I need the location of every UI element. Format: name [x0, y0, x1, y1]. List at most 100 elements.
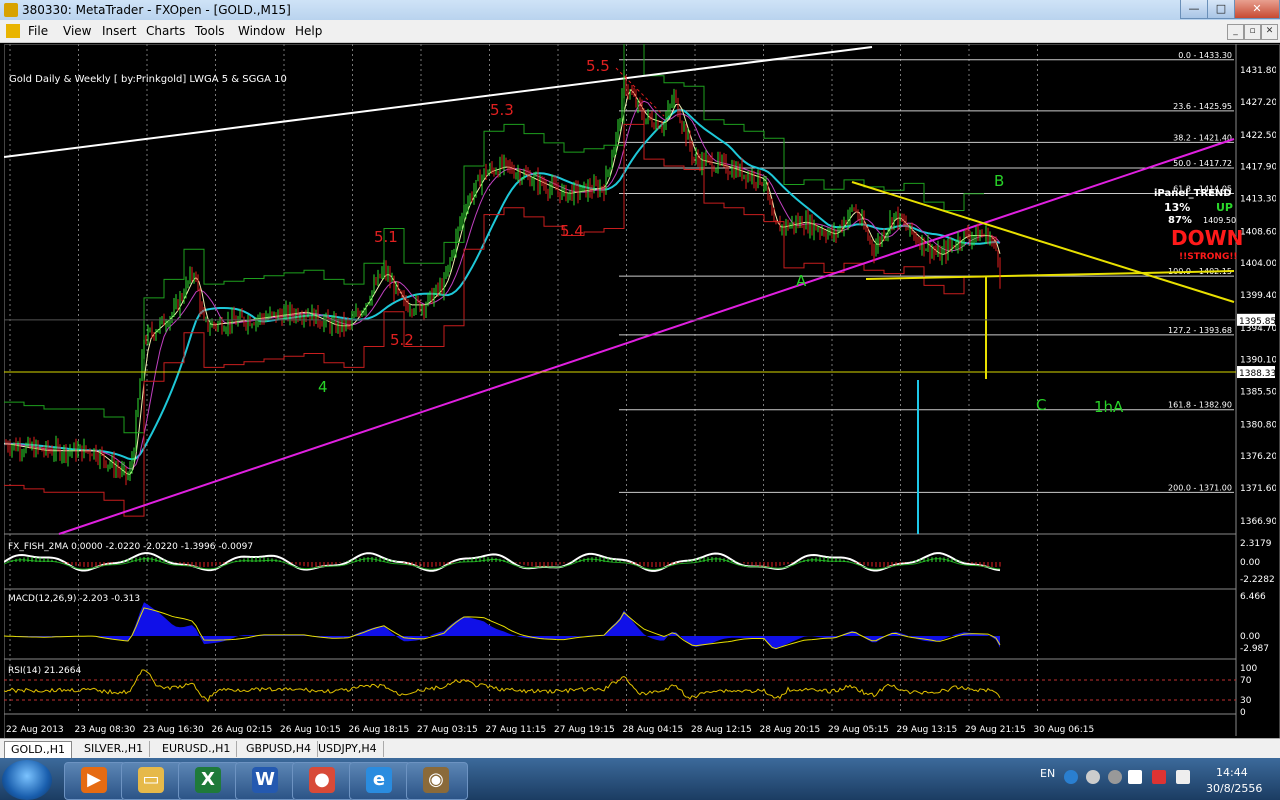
network-icon[interactable] [1152, 770, 1166, 784]
clock-time[interactable]: 14:44 [1216, 766, 1248, 779]
menu-bar: File View Insert Charts Tools Window Hel… [0, 20, 1280, 43]
chevron-up-icon[interactable] [1108, 770, 1122, 784]
indicator-label: Gold Daily & Weekly [ by:Prinkgold] LWGA… [9, 74, 287, 85]
tray-tool-icon[interactable] [1086, 770, 1100, 784]
folder-icon: ▭ [138, 767, 164, 793]
sub-scale-label: 70 [1240, 676, 1252, 686]
tab-usdjpy-h4[interactable]: USDJPY,H4 [312, 741, 384, 757]
price-tick-label: 1413.30 [1240, 195, 1276, 205]
magenta-trend-line [58, 138, 1235, 535]
metatrader-app-icon [4, 3, 18, 17]
price-tick-label: 1390.10 [1240, 356, 1276, 366]
menu-tools[interactable]: Tools [195, 24, 225, 38]
time-tick-label: 30 Aug 06:15 [1034, 725, 1095, 735]
time-tick-label: 29 Aug 05:15 [828, 725, 889, 735]
price-chart[interactable]: 0.0 - 1433.30 23.6 - 1425.95 38.2 - 1421.4… [4, 44, 1276, 736]
current-price-label: 1395.85 [1239, 317, 1276, 327]
price-tick-label: 1366.90 [1240, 517, 1276, 527]
maximize-button[interactable]: □ [1207, 0, 1235, 19]
price-tick-label: 1380.80 [1240, 420, 1276, 430]
menu-file[interactable]: File [28, 24, 48, 38]
chart-minimize-button[interactable]: _ [1227, 24, 1244, 40]
ipanel-trend: iPanel_TREND 13% UP 87% 1409.50 DOWN !!S… [1154, 188, 1243, 262]
wave-label: 5.5 [586, 57, 610, 75]
price-tick-label: 1376.20 [1240, 452, 1276, 462]
tab-gbpusd-h4[interactable]: GBPUSD,H4 [240, 741, 318, 757]
fib-level-label: 38.2 - 1421.40 [1173, 133, 1232, 142]
sub-scale-label: 6.466 [1240, 592, 1266, 602]
price-tick-label: 1399.40 [1240, 291, 1276, 301]
fib-level-label: 50.0 - 1417.72 [1173, 159, 1232, 168]
sub-scale-label: -2.2282 [1240, 575, 1275, 585]
price-tick-label: 1371.60 [1240, 484, 1276, 494]
menu-charts[interactable]: Charts [146, 24, 185, 38]
chrome-icon: ● [309, 767, 335, 793]
wave-label: A [796, 272, 807, 290]
close-button[interactable]: ✕ [1234, 0, 1280, 19]
sub-scale-label: 0 [1240, 708, 1246, 718]
fib-level-label: 127.2 - 1393.68 [1168, 326, 1232, 335]
fib-level-label: 161.8 - 1382.90 [1168, 401, 1232, 410]
ma-yellow-line [4, 89, 1001, 476]
ipanel-up-pct: 13% [1164, 201, 1190, 214]
time-tick-label: 27 Aug 11:15 [486, 725, 547, 735]
chart-close-button[interactable]: ✕ [1261, 24, 1278, 40]
price-tick-label: 1417.90 [1240, 163, 1276, 173]
time-tick-label: 23 Aug 08:30 [75, 725, 136, 735]
menu-window[interactable]: Window [238, 24, 285, 38]
excel-icon: X [195, 767, 221, 793]
time-tick-label: 28 Aug 04:15 [623, 725, 684, 735]
ipanel-up-label: UP [1216, 201, 1233, 214]
menu-view[interactable]: View [63, 24, 91, 38]
tab-gold-h1[interactable]: GOLD.,H1 [4, 741, 73, 758]
help-tray-icon[interactable] [1064, 770, 1078, 784]
menu-insert[interactable]: Insert [102, 24, 136, 38]
tab-silver-h1[interactable]: SILVER.,H1 [78, 741, 151, 757]
price-tick-label: 1404.00 [1240, 259, 1276, 269]
ipanel-price-overlap: 1409.50 [1203, 216, 1236, 225]
volume-icon[interactable] [1176, 770, 1190, 784]
sub-scale-label: 100 [1240, 664, 1257, 674]
wave-label: B [994, 172, 1004, 190]
time-tick-label: 27 Aug 03:15 [417, 725, 478, 735]
action-center-flag-icon[interactable] [1128, 770, 1142, 784]
chart-document-icon[interactable] [6, 24, 20, 38]
price-tick-label: 1422.50 [1240, 131, 1276, 141]
wave-label: 5.4 [560, 222, 584, 240]
chart-restore-button[interactable]: ▫ [1244, 24, 1261, 40]
time-tick-label: 26 Aug 02:15 [212, 725, 273, 735]
time-tick-label: 28 Aug 12:15 [691, 725, 752, 735]
language-indicator[interactable]: EN [1040, 767, 1055, 780]
fib-level-label: 0.0 - 1433.30 [1178, 51, 1232, 60]
rsi-label: RSI(14) 21.2664 [8, 666, 81, 676]
wave-label: C [1036, 396, 1046, 414]
time-scale: 22 Aug 2013 23 Aug 08:30 23 Aug 16:30 26 Au… [6, 725, 1094, 735]
sub-scale-label: 2.3179 [1240, 539, 1272, 549]
time-tick-label: 23 Aug 16:30 [143, 725, 204, 735]
trend-lines [4, 44, 1235, 535]
ipanel-title: iPanel_TREND [1154, 188, 1232, 199]
price-scale: 1431.80 1427.20 1422.50 1417.90 1413.30 1408.… [4, 66, 1276, 527]
white-trend-line [4, 46, 873, 158]
time-tick-label: 29 Aug 13:15 [897, 725, 958, 735]
fisher-label: FX_FISH_2MA 0.0000 -2.0220 -2.0220 -1.39… [8, 542, 253, 552]
sub-scale-label: 30 [1240, 696, 1252, 706]
wave-label: 4 [318, 378, 328, 396]
price-tick-label: 1427.20 [1240, 98, 1276, 108]
time-tick-label: 26 Aug 18:15 [349, 725, 410, 735]
time-tick-label: 27 Aug 19:15 [554, 725, 615, 735]
start-button[interactable] [2, 760, 52, 800]
sub-scale-label: 0.00 [1240, 632, 1260, 642]
chart-tabs-bar: GOLD.,H1 SILVER.,H1 EURUSD.,H1 GBPUSD,H4… [0, 738, 1280, 759]
ipanel-strength: !!STRONG!! [1179, 252, 1238, 262]
clock-date[interactable]: 30/8/2556 [1206, 782, 1262, 795]
yellow-level-label: 1388.33 [1239, 369, 1276, 379]
price-tick-label: 1408.60 [1240, 227, 1276, 237]
minimize-button[interactable]: — [1180, 0, 1208, 19]
time-tick-label: 22 Aug 2013 [6, 725, 64, 735]
sub-indicators: 2.3179 0.00 -2.2282 6.466 0.00 -2.987 100 70 30 0 [4, 539, 1275, 718]
ie-icon: e [366, 767, 392, 793]
ipanel-signal: DOWN [1171, 226, 1243, 250]
menu-help[interactable]: Help [295, 24, 322, 38]
tab-eurusd-h1[interactable]: EURUSD.,H1 [156, 741, 238, 757]
